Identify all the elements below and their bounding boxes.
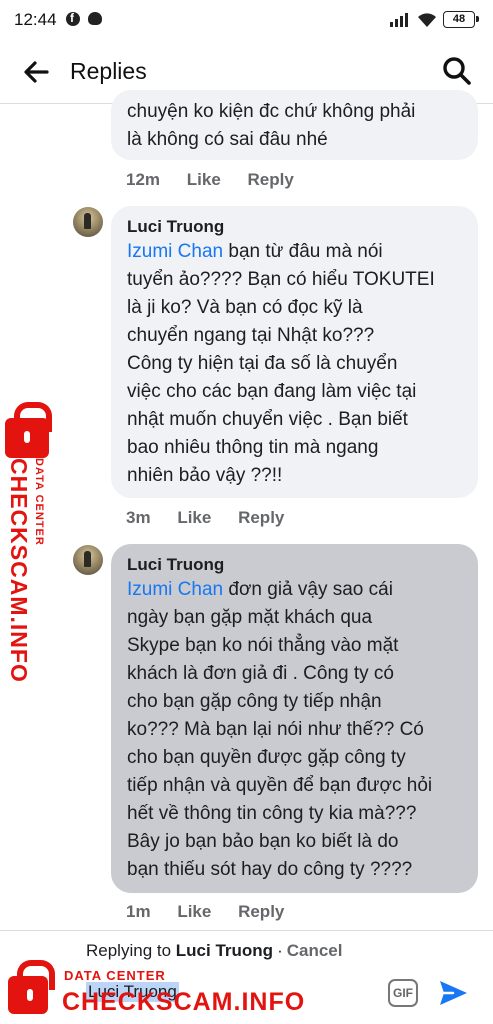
comment-text-line: việc cho các bạn đang làm việc tại: [127, 381, 417, 402]
facebook-notification-icon: [66, 11, 80, 26]
like-button[interactable]: Like: [187, 170, 221, 189]
comment-bubble[interactable]: chuyện ko kiện đc chứ không phải là khôn…: [111, 90, 478, 160]
reply-button[interactable]: Reply: [248, 170, 294, 189]
watermark-lock-icon: [8, 960, 55, 1014]
status-time: 12:44: [14, 10, 57, 29]
comment-meta: 3m Like Reply: [126, 508, 306, 528]
comment-text-line: tiếp nhận và quyền để bạn được hỏi: [127, 775, 433, 796]
comment-time: 12m: [126, 170, 161, 189]
comment-text-line: khách là đơn giả đi . Công ty có: [127, 663, 395, 684]
comment-text-line: nhiên bảo vậy ??!!: [127, 465, 283, 486]
avatar[interactable]: [73, 207, 103, 237]
watermark-text: CHECKSCAM.INFO: [62, 988, 306, 1016]
send-icon[interactable]: [437, 977, 469, 1009]
comment-bubble-selected[interactable]: Luci Truong Izumi Chan đơn giả vậy sao c…: [111, 544, 478, 893]
gif-icon[interactable]: GIF: [388, 979, 418, 1007]
mention-link[interactable]: Izumi Chan: [127, 241, 223, 262]
comment-text-line: Bây jo bạn bảo bạn ko biết là do: [127, 831, 399, 852]
comment-text-line: Izumi Chan bạn từ đâu mà nói: [127, 241, 383, 262]
watermark-lock-icon: [5, 402, 52, 458]
wifi-icon: [418, 13, 436, 27]
comment-time: 1m: [126, 902, 151, 921]
comment-text-line: hết về thông tin công ty kia mà???: [127, 803, 417, 824]
comment-text-line: Skype bạn ko nói thẳng vào mặt: [127, 635, 399, 656]
comment-text-line: Izumi Chan đơn giả vậy sao cái: [127, 579, 393, 600]
comment-text-line: ngày bạn gặp mặt khách qua: [127, 607, 373, 628]
mention-link[interactable]: Izumi Chan: [127, 579, 223, 600]
watermark-subtext: DATA CENTER: [64, 968, 166, 983]
comment-text-line: ko??? Mà bạn lại nói như thế?? Có: [127, 719, 424, 740]
replying-to-name: Luci Truong: [175, 941, 274, 960]
comment-author[interactable]: Luci Truong: [127, 544, 462, 576]
watermark-vertical: CHECKSCAM.INFO DATA CENTER: [5, 458, 45, 683]
comment-meta: 12m Like Reply: [126, 170, 316, 190]
comment-text-line: chuyển ngang tại Nhật ko???: [127, 325, 375, 346]
comment-meta: 1m Like Reply: [126, 902, 306, 922]
comment-time: 3m: [126, 508, 151, 527]
comment-text-line: bao nhiêu thông tin mà ngang: [127, 437, 379, 458]
comment-bubble[interactable]: Luci Truong Izumi Chan bạn từ đâu mà nói…: [111, 206, 478, 498]
comment-text-line: cho bạn quyền được gặp công ty: [127, 747, 406, 768]
status-bar: 12:44 48: [0, 0, 493, 40]
comment-text-line: bạn thiếu sót hay do công ty ????: [127, 859, 413, 880]
like-button[interactable]: Like: [177, 508, 211, 527]
avatar[interactable]: [73, 545, 103, 575]
signal-icon: [390, 13, 412, 27]
reply-button[interactable]: Reply: [238, 902, 284, 921]
cancel-reply-button[interactable]: Cancel: [287, 941, 343, 960]
page-title: Replies: [70, 58, 147, 84]
comment-text-line: nhật muốn chuyển việc . Bạn biết: [127, 409, 408, 430]
battery-indicator: 48: [443, 11, 479, 28]
comment-text-line: là ji ko? Và bạn có đọc kỹ là: [127, 297, 363, 318]
search-icon[interactable]: [442, 56, 472, 86]
like-button[interactable]: Like: [177, 902, 211, 921]
replying-to-line: Replying to Luci Truong · Cancel: [86, 941, 343, 960]
watermark-subtext: DATA CENTER: [33, 458, 45, 546]
comment-author[interactable]: Luci Truong: [127, 206, 462, 238]
comment-text-line: cho bạn gặp công ty tiếp nhận: [127, 691, 382, 712]
comment-text-line: tuyển ảo???? Bạn có hiểu TOKUTEI: [127, 269, 435, 290]
back-arrow-icon[interactable]: [22, 58, 50, 86]
reply-button[interactable]: Reply: [238, 508, 284, 527]
comment-text-line: là không có sai đâu nhé: [127, 129, 328, 150]
comment-text-line: Công ty hiện tại đa số là chuyển: [127, 353, 398, 374]
bug-notification-icon: [88, 12, 102, 25]
watermark-text: CHECKSCAM.INFO: [6, 458, 32, 683]
comment-text-line: chuyện ko kiện đc chứ không phải: [127, 101, 416, 122]
